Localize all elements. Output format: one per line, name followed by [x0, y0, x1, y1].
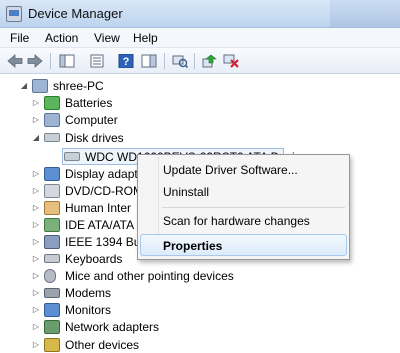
- collapse-arrow-icon[interactable]: ◢: [32, 133, 40, 142]
- tree-item-label: Keyboards: [65, 251, 123, 266]
- properties-icon[interactable]: [88, 52, 106, 70]
- tree-item-label: Other devices: [65, 337, 140, 352]
- expand-arrow-icon[interactable]: ▷: [32, 220, 40, 229]
- computer-icon: [44, 112, 60, 127]
- tree-item-batteries[interactable]: ▷ Batteries: [32, 94, 112, 111]
- monitor-icon: [44, 302, 60, 317]
- expand-arrow-icon[interactable]: ▷: [32, 186, 40, 195]
- disk-drive-icon: [64, 152, 80, 161]
- tree-item-label: Computer: [65, 112, 118, 127]
- expand-arrow-icon[interactable]: ▷: [32, 203, 40, 212]
- device-manager-icon: [6, 6, 22, 22]
- expand-arrow-icon[interactable]: ▷: [32, 115, 40, 124]
- help-icon[interactable]: ?: [117, 52, 135, 70]
- show-hide-console-tree-icon[interactable]: [58, 52, 76, 70]
- tree-item-label: DVD/CD-ROM: [65, 183, 143, 198]
- tree-item-disk-drives[interactable]: ◢ Disk drives: [32, 129, 124, 146]
- tree-item-dvd-cd-rom[interactable]: ▷ DVD/CD-ROM: [32, 182, 143, 199]
- display-adapter-icon: [44, 166, 60, 181]
- tree-item-ieee-1394[interactable]: ▷ IEEE 1394 Bus: [32, 233, 146, 250]
- tree-item-label: IDE ATA/ATA: [65, 217, 135, 232]
- title-bar-background: [330, 0, 400, 27]
- tree-item-label: Modems: [65, 285, 112, 300]
- network-adapter-icon: [44, 319, 60, 334]
- tree-item-mice[interactable]: ▷ Mice and other pointing devices: [32, 267, 234, 284]
- tree-item-label: Human Inter: [65, 200, 132, 215]
- computer-icon: [32, 78, 48, 93]
- tree-item-human-interface[interactable]: ▷ Human Inter: [32, 199, 131, 216]
- expand-arrow-icon[interactable]: ▷: [32, 340, 40, 349]
- svg-text:?: ?: [123, 56, 130, 68]
- tree-item-network-adapters[interactable]: ▷ Network adapters: [32, 318, 159, 335]
- tree-root-label: shree-PC: [53, 78, 104, 93]
- ieee-1394-icon: [44, 234, 60, 249]
- back-arrow-icon[interactable]: [6, 52, 24, 70]
- toolbar: ?: [0, 48, 400, 74]
- modem-icon: [44, 287, 60, 298]
- forward-arrow-icon[interactable]: [26, 52, 44, 70]
- tree-item-label: Mice and other pointing devices: [65, 268, 234, 283]
- expand-arrow-icon[interactable]: ▷: [32, 288, 40, 297]
- collapse-arrow-icon[interactable]: ◢: [20, 81, 28, 90]
- tree-root[interactable]: ◢ shree-PC: [20, 77, 104, 94]
- menu-separator: [162, 207, 345, 208]
- tree-item-ide-ata[interactable]: ▷ IDE ATA/ATA: [32, 216, 134, 233]
- menu-action[interactable]: Action: [45, 31, 78, 45]
- expand-arrow-icon[interactable]: ▷: [32, 98, 40, 107]
- tree-item-modems[interactable]: ▷ Modems: [32, 284, 111, 301]
- tree-item-label: Network adapters: [65, 319, 160, 334]
- keyboard-icon: [44, 254, 60, 263]
- menu-item-scan-hardware[interactable]: Scan for hardware changes: [163, 214, 310, 228]
- expand-arrow-icon[interactable]: ▷: [32, 322, 40, 331]
- tree-item-label: Monitors: [65, 302, 112, 317]
- menu-view[interactable]: View: [94, 31, 120, 45]
- toolbar-separator: [50, 53, 51, 69]
- battery-icon: [44, 95, 60, 110]
- other-devices-icon: [44, 337, 60, 352]
- tree-item-monitors[interactable]: ▷ Monitors: [32, 301, 111, 318]
- expand-arrow-icon[interactable]: ▷: [32, 169, 40, 178]
- tree-item-keyboards[interactable]: ▷ Keyboards: [32, 250, 122, 267]
- title-bar: Device Manager: [0, 0, 400, 28]
- dvd-drive-icon: [44, 183, 60, 198]
- tree-item-label: IEEE 1394 Bus: [65, 234, 147, 249]
- expand-arrow-icon[interactable]: ▷: [32, 271, 40, 280]
- mouse-icon: [44, 268, 56, 283]
- menu-help[interactable]: Help: [133, 31, 158, 45]
- tree-item-display-adapters[interactable]: ▷ Display adapt: [32, 165, 138, 182]
- tree-item-other-devices[interactable]: ▷ Other devices: [32, 336, 139, 353]
- menu-item-update-driver[interactable]: Update Driver Software...: [163, 163, 298, 177]
- update-driver-icon[interactable]: [200, 52, 218, 70]
- expand-arrow-icon[interactable]: ▷: [32, 237, 40, 246]
- tree-item-label: Disk drives: [65, 130, 124, 145]
- toolbar-separator: [164, 53, 165, 69]
- hid-icon: [44, 200, 60, 215]
- scan-hardware-icon[interactable]: [171, 52, 189, 70]
- uninstall-device-icon[interactable]: [222, 52, 240, 70]
- menu-file[interactable]: File: [10, 31, 29, 45]
- tree-item-label: Display adapt: [65, 166, 138, 181]
- ide-controller-icon: [44, 217, 60, 232]
- menu-item-uninstall[interactable]: Uninstall: [163, 185, 209, 199]
- menu-item-properties[interactable]: Properties: [163, 239, 222, 253]
- tree-item-label: Batteries: [65, 95, 113, 110]
- disk-drive-icon: [44, 133, 60, 142]
- menu-bar: File Action View Help: [0, 28, 400, 48]
- action-pane-icon[interactable]: [140, 52, 158, 70]
- expand-arrow-icon[interactable]: ▷: [32, 254, 40, 263]
- window-title: Device Manager: [28, 6, 123, 21]
- tree-item-computer[interactable]: ▷ Computer: [32, 111, 118, 128]
- context-menu: Update Driver Software... Uninstall Scan…: [137, 154, 350, 260]
- expand-arrow-icon[interactable]: ▷: [32, 305, 40, 314]
- toolbar-separator: [194, 53, 195, 69]
